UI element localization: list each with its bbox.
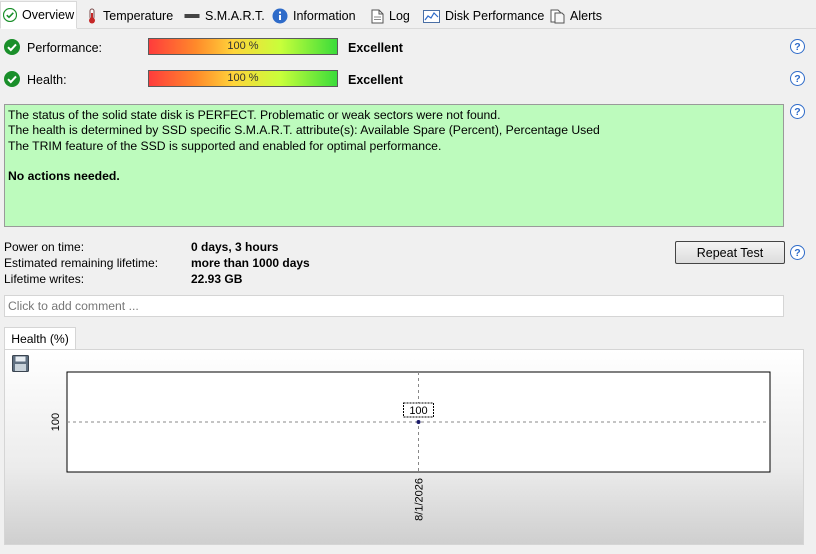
performance-rating: Excellent <box>348 41 403 55</box>
status-line: The health is determined by SSD specific… <box>8 123 600 138</box>
performance-label: Performance: <box>27 41 103 55</box>
tab-information[interactable]: Information <box>272 4 356 28</box>
drive-icon <box>184 11 200 21</box>
health-help-button[interactable]: ? <box>790 71 805 86</box>
tab-bar: Overview Temperature S.M.A.R.T. Informat… <box>0 0 816 29</box>
y-tick-label: 100 <box>50 413 62 431</box>
tab-temperature-label: Temperature <box>103 9 174 23</box>
tab-health-chart[interactable]: Health (%) <box>4 327 76 349</box>
performance-chart-icon <box>423 9 440 23</box>
performance-bar: 100 % <box>148 38 338 55</box>
data-point <box>416 420 421 424</box>
lifetime-writes-value: 22.93 GB <box>191 272 243 286</box>
status-action: No actions needed. <box>8 168 120 183</box>
tab-smart-label: S.M.A.R.T. <box>205 9 265 23</box>
status-message-box: The status of the solid state disk is PE… <box>4 104 784 227</box>
tab-alerts[interactable]: Alerts <box>550 4 602 28</box>
health-bar: 100 % <box>148 70 338 87</box>
power-on-time-value: 0 days, 3 hours <box>191 240 279 254</box>
performance-value: 100 % <box>227 40 259 52</box>
performance-status-icon <box>4 39 20 55</box>
health-label: Health: <box>27 73 67 87</box>
tab-smart[interactable]: S.M.A.R.T. <box>184 4 265 28</box>
tab-overview-label: Overview <box>22 8 75 22</box>
check-icon <box>3 8 17 22</box>
remaining-lifetime-label: Estimated remaining lifetime: <box>4 256 159 270</box>
log-icon <box>371 9 384 24</box>
alerts-icon <box>550 9 565 24</box>
status-help-button[interactable]: ? <box>790 104 805 119</box>
comment-field[interactable]: Click to add comment ... <box>4 295 784 317</box>
thermometer-icon <box>86 8 98 24</box>
data-label: 100 <box>409 405 427 417</box>
performance-help-button[interactable]: ? <box>790 39 805 54</box>
tab-alerts-label: Alerts <box>570 9 602 23</box>
repeat-test-help-button[interactable]: ? <box>790 245 805 260</box>
tab-disk-performance-label: Disk Performance <box>445 9 545 23</box>
tab-log[interactable]: Log <box>371 4 410 28</box>
tab-log-label: Log <box>389 9 410 23</box>
overview-panel: Performance: 100 % Excellent ? Health: 1… <box>0 29 816 554</box>
tab-temperature[interactable]: Temperature <box>86 4 173 28</box>
health-chart-panel: 100 8/1/2026 100 <box>4 349 804 545</box>
info-icon <box>272 8 288 24</box>
health-chart: 100 8/1/2026 100 <box>50 371 771 521</box>
lifetime-writes-label: Lifetime writes: <box>4 272 85 286</box>
tab-overview[interactable]: Overview <box>0 1 77 29</box>
x-tick-label: 8/1/2026 <box>414 478 426 521</box>
status-line: The status of the solid state disk is PE… <box>8 108 501 122</box>
health-status-icon <box>4 71 20 87</box>
repeat-test-button[interactable]: Repeat Test <box>675 241 785 264</box>
remaining-lifetime-value: more than 1000 days <box>191 256 310 270</box>
health-rating: Excellent <box>348 73 403 87</box>
health-value: 100 % <box>227 72 259 84</box>
power-on-time-label: Power on time: <box>4 240 85 254</box>
tab-disk-performance[interactable]: Disk Performance <box>423 4 544 28</box>
tab-information-label: Information <box>293 9 356 23</box>
status-line: The TRIM feature of the SSD is supported… <box>8 138 442 153</box>
